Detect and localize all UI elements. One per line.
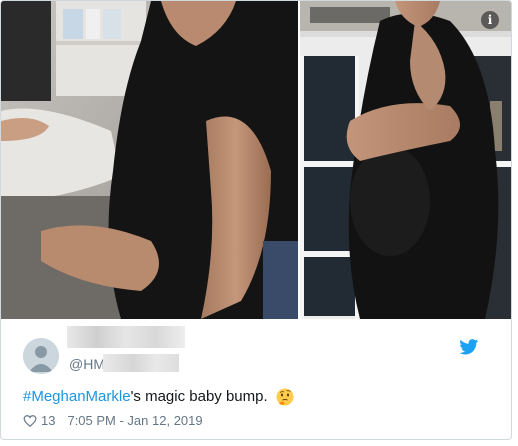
twitter-bird-icon[interactable] [459,339,479,355]
avatar[interactable] [23,338,59,374]
thinking-face-icon [276,388,294,406]
tweet-text: #MeghanMarkle's magic baby bump. [23,388,294,406]
info-icon[interactable]: i [481,11,499,29]
author-handle[interactable]: @HM [69,356,105,372]
tweet-author[interactable]: @HM [19,326,499,374]
tweet-media[interactable]: i [1,1,511,319]
photo-right[interactable] [300,1,511,319]
display-name-redacted [67,326,185,348]
handle-redacted [103,354,179,372]
embedded-tweet-card[interactable]: i @HM #MeghanMarkle's magic baby bump. 1… [0,0,512,440]
hashtag-link[interactable]: #MeghanMarkle [23,388,131,405]
photo-left[interactable] [1,1,298,319]
tweet-timestamp[interactable]: 7:05 PM - Jan 12, 2019 [67,413,202,428]
tweet-meta: 13 7:05 PM - Jan 12, 2019 [23,413,203,428]
photo-right-image [300,1,511,319]
default-avatar-icon [23,338,59,374]
like-count[interactable]: 13 [41,413,55,428]
tweet-text-body: 's magic baby bump. [130,388,268,405]
heart-icon[interactable] [23,414,37,428]
photo-left-image [1,1,298,319]
